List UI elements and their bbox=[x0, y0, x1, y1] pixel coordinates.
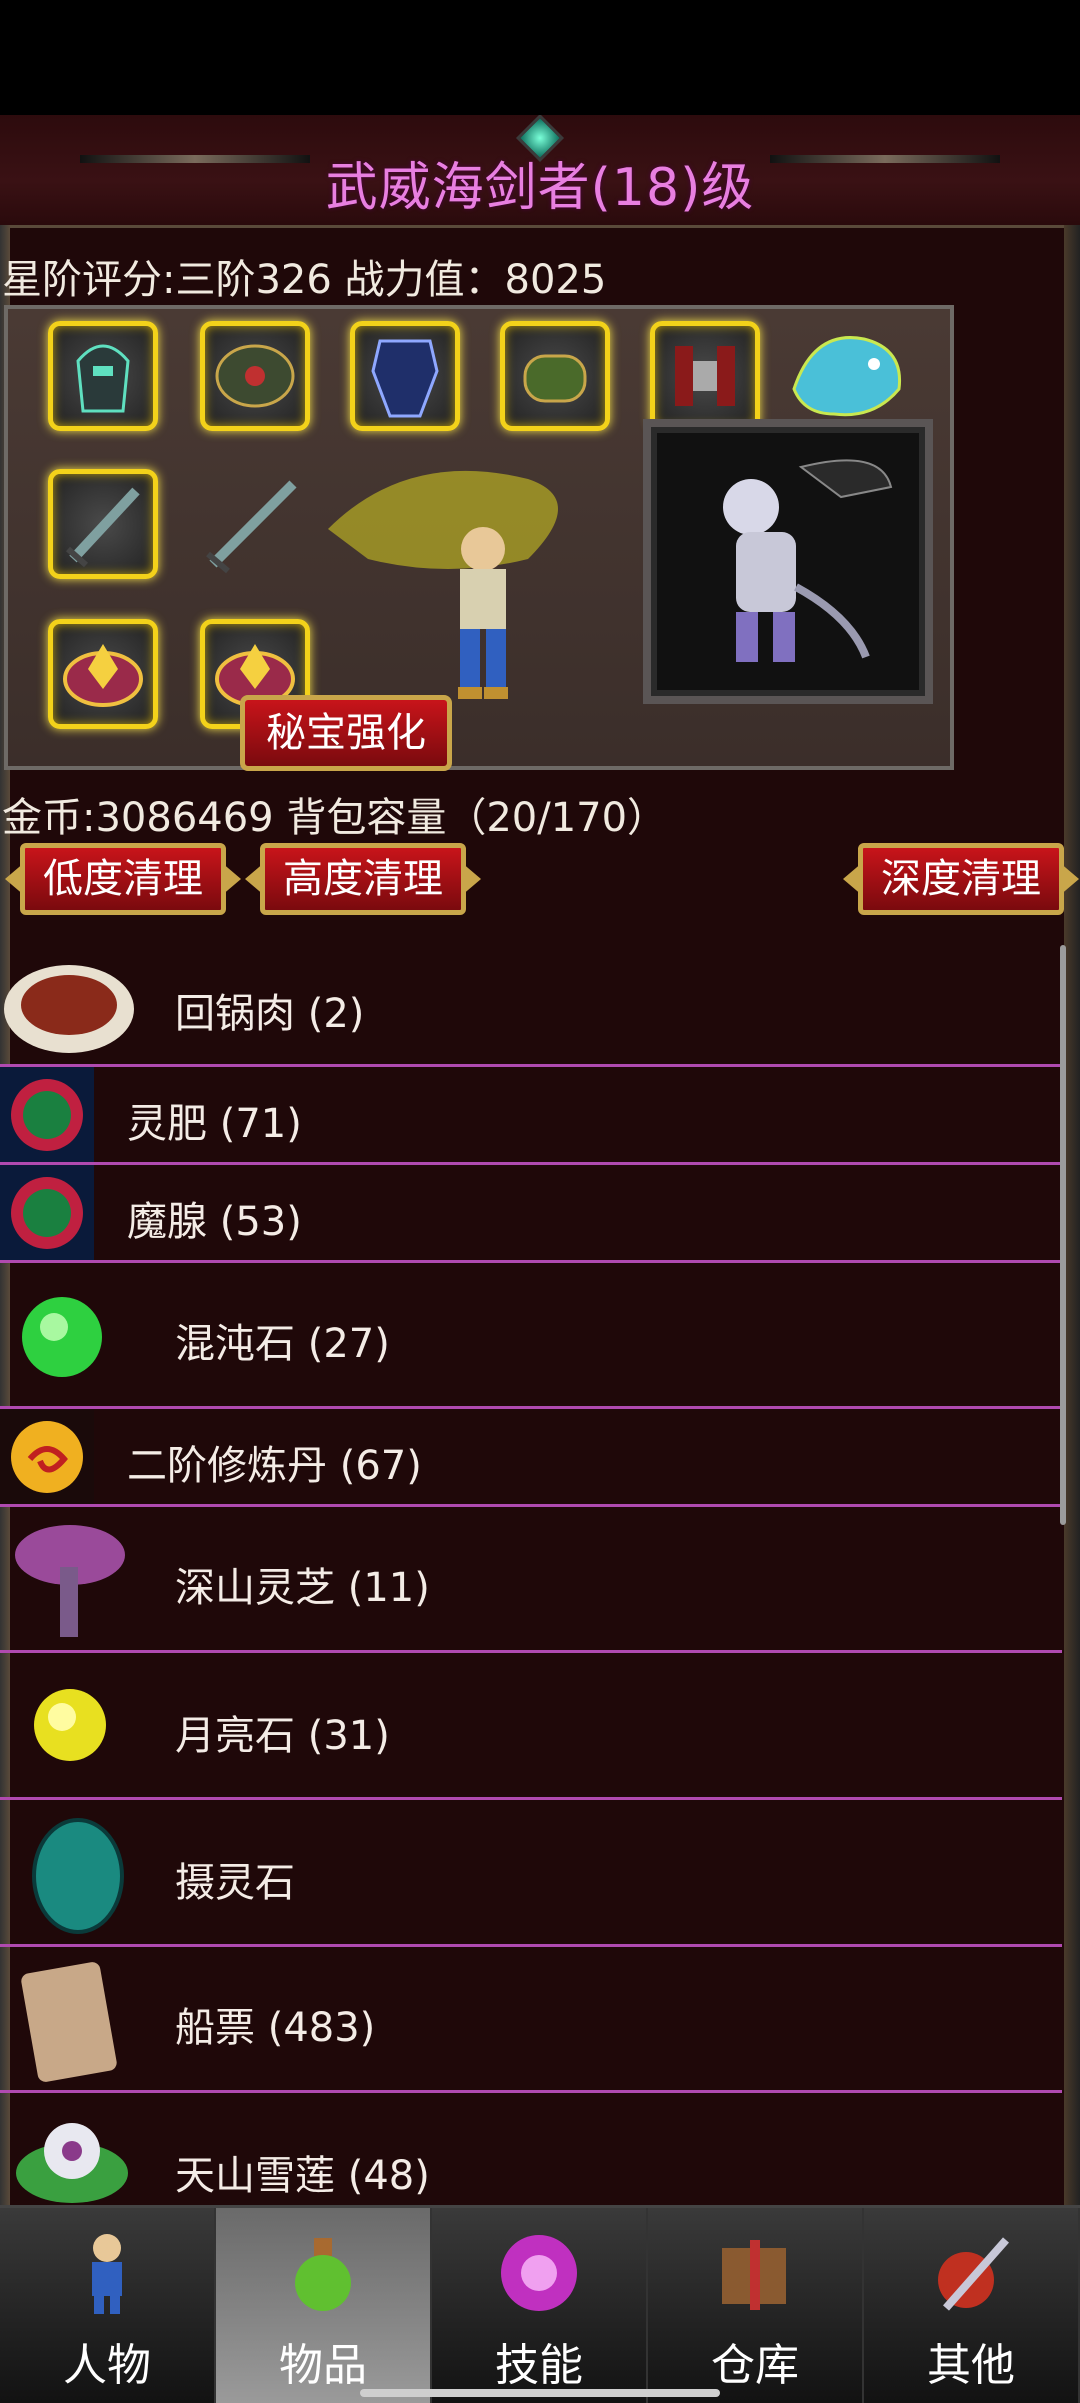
ring-slot-left[interactable] bbox=[48, 619, 158, 729]
tab-warehouse[interactable]: 仓库 bbox=[648, 2208, 864, 2403]
weapon-sword-icon bbox=[53, 474, 153, 574]
equipment-panel: 秘宝强化 bbox=[4, 305, 954, 771]
chest-armor-icon bbox=[355, 326, 455, 426]
item-label: 船票 (483) bbox=[175, 2005, 376, 2051]
item-list: 回锅肉 (2) 灵肥 (71) 魔腺 (53) 混沌石 (27) 二阶修炼丹 (… bbox=[0, 947, 1062, 2322]
list-item[interactable]: 摄灵石 bbox=[0, 1800, 1062, 1947]
high-clean-button[interactable]: 高度清理 bbox=[260, 843, 466, 915]
list-item[interactable]: 灵肥 (71) bbox=[0, 1067, 1062, 1165]
list-item[interactable]: 船票 (483) bbox=[0, 1947, 1062, 2093]
bracer-slot[interactable] bbox=[500, 321, 610, 431]
scroll-icon bbox=[14, 1957, 124, 2091]
item-label: 深山灵芝 (11) bbox=[175, 1565, 430, 1611]
item-label: 天山雪莲 (48) bbox=[175, 2153, 430, 2199]
belt-slot[interactable] bbox=[650, 321, 760, 431]
frame-border bbox=[1064, 225, 1080, 2310]
status-bar bbox=[0, 0, 1080, 115]
list-item[interactable]: 深山灵芝 (11) bbox=[0, 1507, 1062, 1653]
item-label: 灵肥 (71) bbox=[127, 1101, 302, 1147]
pet-display[interactable] bbox=[643, 419, 933, 704]
item-label: 混沌石 (27) bbox=[175, 1321, 390, 1367]
tab-label: 仓库 bbox=[711, 2340, 799, 2391]
tab-label: 其他 bbox=[927, 2340, 1015, 2391]
green-stone-icon bbox=[10, 1285, 114, 1393]
weapon-slot[interactable] bbox=[48, 469, 158, 579]
helmet-slot[interactable] bbox=[48, 321, 158, 431]
tab-label: 人物 bbox=[63, 2340, 151, 2391]
tab-label: 物品 bbox=[279, 2340, 367, 2391]
pill-icon bbox=[0, 1409, 94, 1508]
page-title: 武威海剑者(18)级 bbox=[325, 158, 755, 218]
mushroom-icon bbox=[10, 1517, 130, 1651]
shoulder-slot[interactable] bbox=[200, 321, 310, 431]
character-avatar bbox=[328, 439, 628, 739]
skeleton-dragon-pet-icon bbox=[723, 459, 893, 662]
tab-items[interactable]: 物品 bbox=[216, 2208, 432, 2403]
warehouse-icon bbox=[710, 2228, 800, 2318]
header: 武威海剑者(18)级 bbox=[0, 115, 1080, 228]
tab-label: 技能 bbox=[495, 2340, 583, 2391]
potion-icon bbox=[278, 2228, 368, 2318]
demon-gland-icon bbox=[0, 1165, 94, 1264]
offhand-sword-icon[interactable] bbox=[198, 469, 313, 584]
deep-clean-button[interactable]: 深度清理 bbox=[858, 843, 1064, 915]
scrollbar[interactable] bbox=[1060, 945, 1066, 1525]
item-label: 魔腺 (53) bbox=[127, 1199, 302, 1245]
item-label: 二阶修炼丹 (67) bbox=[127, 1443, 422, 1489]
shoulder-armor-icon bbox=[205, 326, 305, 426]
tab-skills[interactable]: 技能 bbox=[432, 2208, 648, 2403]
item-label: 摄灵石 bbox=[175, 1860, 295, 1906]
ring-left-icon bbox=[53, 624, 153, 724]
skill-orb-icon bbox=[494, 2228, 584, 2318]
spirit-orb-icon bbox=[0, 1067, 94, 1166]
other-icon bbox=[926, 2228, 1016, 2318]
item-label: 回锅肉 (2) bbox=[175, 991, 365, 1037]
teal-egg-icon bbox=[28, 1812, 128, 1940]
belt-icon bbox=[655, 326, 755, 426]
bracer-icon bbox=[505, 326, 605, 426]
chest-slot[interactable] bbox=[350, 321, 460, 431]
food-plate-icon bbox=[2, 959, 136, 1059]
list-item[interactable]: 二阶修炼丹 (67) bbox=[0, 1409, 1062, 1507]
tab-character[interactable]: 人物 bbox=[0, 2208, 216, 2403]
tab-other[interactable]: 其他 bbox=[864, 2208, 1080, 2403]
helmet-icon bbox=[53, 326, 153, 426]
list-item[interactable]: 月亮石 (31) bbox=[0, 1653, 1062, 1800]
secret-treasure-enhance-button[interactable]: 秘宝强化 bbox=[240, 695, 452, 771]
inventory-screen: 武威海剑者(18)级 星阶评分:三阶326 战力值：8025 秘宝强化 金币:3… bbox=[0, 115, 1080, 2400]
bottom-navigation: 人物 物品 技能 仓库 其他 bbox=[0, 2205, 1080, 2403]
list-item[interactable]: 回锅肉 (2) bbox=[0, 947, 1062, 1067]
lotus-icon bbox=[10, 2103, 134, 2217]
moon-stone-icon bbox=[20, 1675, 120, 1779]
list-item[interactable]: 魔腺 (53) bbox=[0, 1165, 1062, 1263]
item-label: 月亮石 (31) bbox=[175, 1713, 390, 1759]
list-item[interactable]: 混沌石 (27) bbox=[0, 1263, 1062, 1409]
home-indicator[interactable] bbox=[360, 2389, 720, 2397]
star-rating-text: 星阶评分:三阶326 战力值：8025 bbox=[2, 257, 607, 303]
character-icon bbox=[62, 2228, 152, 2318]
gold-and-capacity-text: 金币:3086469 背包容量（20/170） bbox=[2, 795, 668, 841]
low-clean-button[interactable]: 低度清理 bbox=[20, 843, 226, 915]
